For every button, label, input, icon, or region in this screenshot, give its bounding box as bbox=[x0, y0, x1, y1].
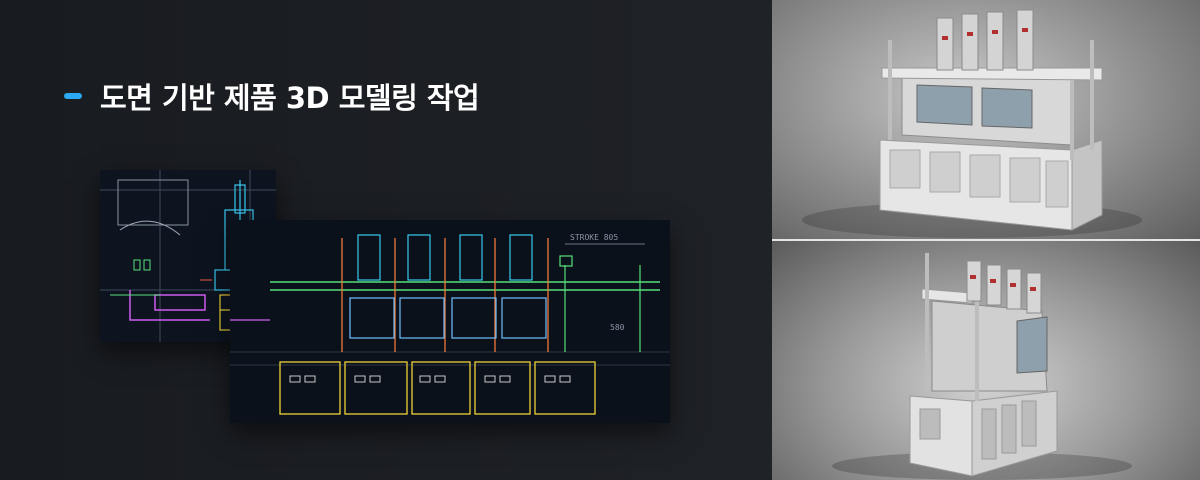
bullet-dash-icon bbox=[64, 93, 82, 99]
section-heading: 도면 기반 제품 3D 모델링 작업 bbox=[64, 76, 480, 116]
dimension-label-stroke: STROKE 805 bbox=[570, 233, 618, 242]
cad-front-view-icon: STROKE 805 580 bbox=[230, 220, 670, 423]
render-panel bbox=[772, 0, 1200, 480]
banner: 도면 기반 제품 3D 모델링 작업 STROKE 805 580 bbox=[0, 0, 1200, 480]
machine-render-front-icon bbox=[802, 9, 1142, 238]
cad-front-view-image: STROKE 805 580 bbox=[230, 220, 670, 423]
section-title: 도면 기반 제품 3D 모델링 작업 bbox=[100, 81, 480, 115]
render-side-image bbox=[772, 241, 1200, 480]
drawing-panel: 도면 기반 제품 3D 모델링 작업 STROKE 805 580 bbox=[0, 0, 772, 480]
dimension-label-580: 580 bbox=[610, 323, 625, 332]
render-front-image bbox=[772, 0, 1200, 239]
machine-render-side-icon bbox=[832, 253, 1132, 480]
